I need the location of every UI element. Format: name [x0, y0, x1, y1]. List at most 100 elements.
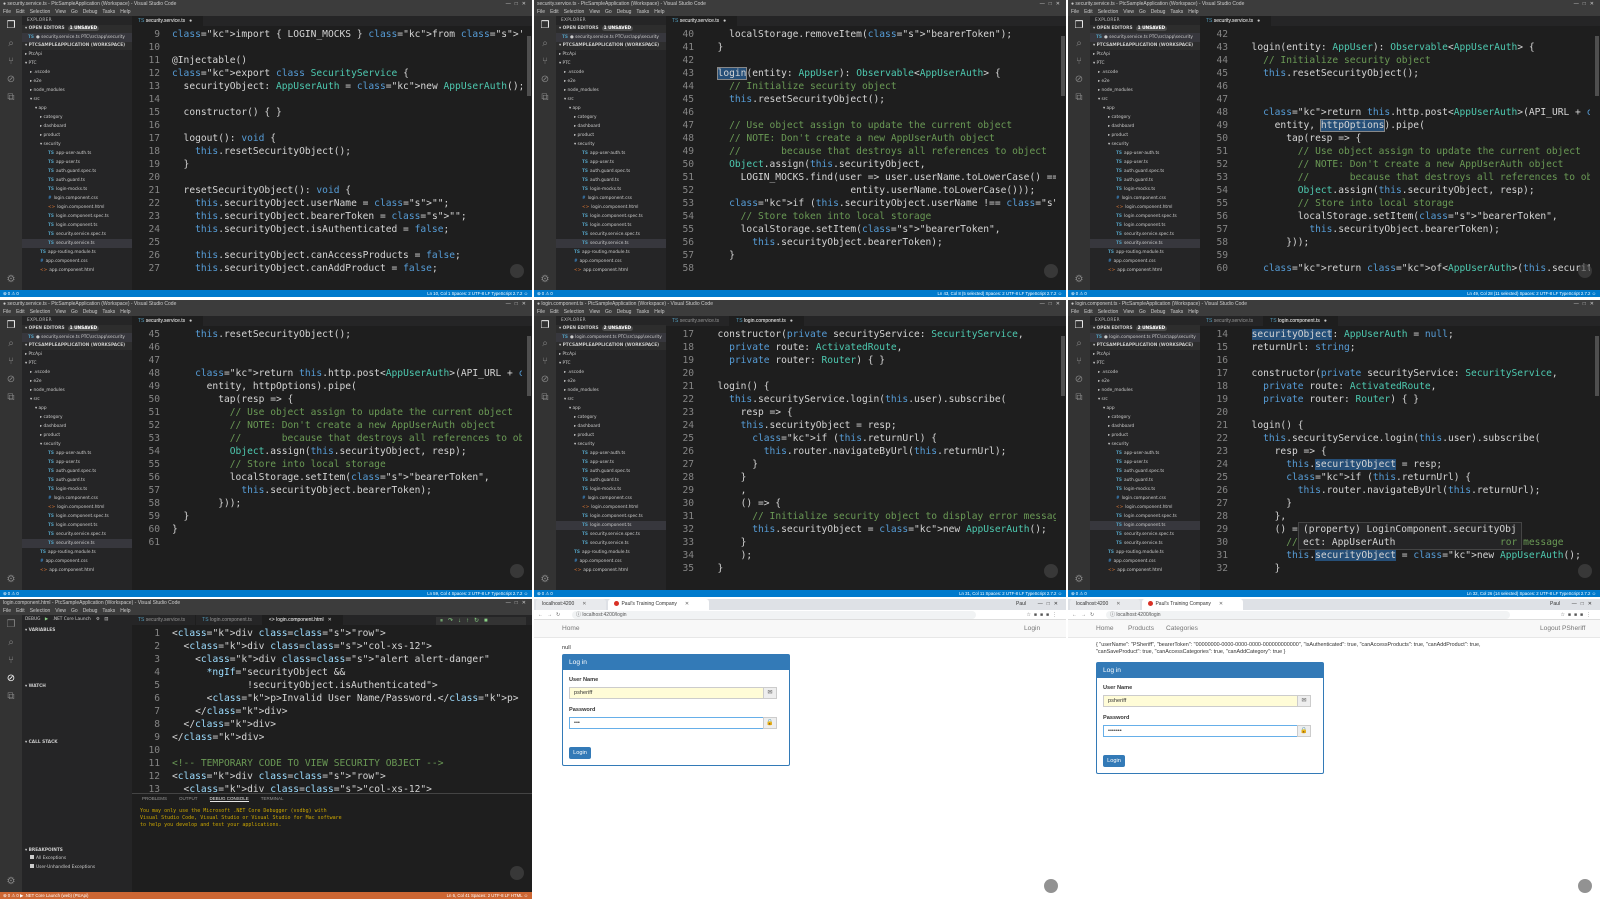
menu-item[interactable]: View: [55, 9, 66, 15]
file-tree-item[interactable]: TS login.component.spec.ts: [1090, 512, 1200, 521]
file-tree-item[interactable]: ▸ PtcApi: [1090, 350, 1200, 359]
status-position[interactable]: Ln 6, Col 41 Spaces: 2 UTF-8 LF HTML ☺: [447, 892, 528, 899]
nav-categories[interactable]: Categories: [1166, 620, 1198, 638]
settings-gear-icon[interactable]: ⚙: [5, 574, 17, 586]
file-tree-item[interactable]: TS security.service.spec.ts: [1090, 530, 1200, 539]
files-icon[interactable]: ❐: [5, 320, 17, 332]
file-tree-item[interactable]: ▸ node_modules: [556, 386, 666, 395]
file-tree-item[interactable]: <> login.component.html: [1090, 203, 1200, 212]
file-tree-item[interactable]: ▾ security: [22, 440, 132, 449]
file-tree-item[interactable]: TS app-user-auth.ts: [556, 449, 666, 458]
menu-item[interactable]: View: [1123, 9, 1134, 15]
file-tree-item[interactable]: ▾ security: [556, 440, 666, 449]
user-name-input[interactable]: psheriff: [1103, 695, 1311, 707]
scrollbar-thumb[interactable]: [1595, 36, 1599, 96]
menu-item[interactable]: Help: [120, 9, 130, 15]
file-tree-item[interactable]: TS app-user.ts: [22, 158, 132, 167]
editor-tab[interactable]: TS login.component.ts: [196, 615, 263, 625]
files-icon[interactable]: ❐: [539, 20, 551, 32]
settings-gear-icon[interactable]: ⚙: [5, 274, 17, 286]
editor-tab[interactable]: TS security.service.ts: [132, 615, 197, 625]
file-tree-item[interactable]: ▸ .vscode: [1090, 368, 1200, 377]
search-icon[interactable]: ⌕: [5, 38, 17, 50]
file-tree-item[interactable]: ▾ PTC: [1090, 59, 1200, 68]
source-control-icon[interactable]: ⑂: [539, 356, 551, 368]
scrollbar[interactable]: [522, 328, 532, 590]
menu-item[interactable]: View: [589, 9, 600, 15]
file-tree-item[interactable]: ▸ e2e: [556, 377, 666, 386]
file-tree-item[interactable]: TS auth.guard.spec.ts: [556, 167, 666, 176]
menu-item[interactable]: Tasks: [1170, 9, 1183, 15]
file-tree-item[interactable]: <> app.component.html: [1090, 566, 1200, 575]
scrollbar[interactable]: [1590, 328, 1600, 590]
editor-tab[interactable]: TS login.component.ts ●: [730, 316, 804, 326]
file-tree-item[interactable]: TS app-user-auth.ts: [22, 149, 132, 158]
checkbox-icon[interactable]: [30, 855, 34, 859]
menu-item[interactable]: Tasks: [102, 608, 115, 614]
call-stack-section[interactable]: ▾ CALL STACK: [22, 739, 132, 747]
file-tree-item[interactable]: TS app-user-auth.ts: [1090, 449, 1200, 458]
menu-item[interactable]: File: [1071, 9, 1079, 15]
menu-item[interactable]: Edit: [1084, 309, 1093, 315]
file-tree-item[interactable]: # app.component.css: [556, 257, 666, 266]
scrollbar[interactable]: [522, 28, 532, 290]
open-editor-item[interactable]: TS ● security.service.ts PTC\src\app\secu…: [1090, 33, 1200, 42]
file-tree-item[interactable]: # app.component.css: [1090, 257, 1200, 266]
menu-item[interactable]: Debug: [617, 309, 632, 315]
menu-item[interactable]: Edit: [16, 9, 25, 15]
file-tree-item[interactable]: ▸ dashboard: [22, 422, 132, 431]
window-controls[interactable]: —□✕: [1040, 300, 1064, 308]
extensions-icon[interactable]: ⧉: [539, 92, 551, 104]
workspace-section[interactable]: ▾ PTCSAMPLEAPPLICATION (WORKSPACE): [22, 342, 132, 350]
menu-item[interactable]: Go: [605, 309, 612, 315]
file-tree-item[interactable]: ▾ PTC: [1090, 359, 1200, 368]
source-control-icon[interactable]: ⑂: [5, 56, 17, 68]
file-tree-item[interactable]: ▸ node_modules: [1090, 86, 1200, 95]
file-tree-item[interactable]: TS app-user.ts: [556, 458, 666, 467]
file-tree-item[interactable]: ▾ app: [22, 104, 132, 113]
file-tree-item[interactable]: ▸ product: [22, 431, 132, 440]
extension-icons[interactable]: ☆■■■⋮: [1026, 610, 1060, 620]
file-tree-item[interactable]: ▾ PTC: [22, 59, 132, 68]
file-tree-item[interactable]: ▾ PTC: [556, 59, 666, 68]
file-tree-item[interactable]: # login.component.css: [22, 494, 132, 503]
open-editors-section[interactable]: ▾ OPEN EDITORS 2 UNSAVED: [556, 325, 666, 333]
file-tree-item[interactable]: TS login.component.ts: [1090, 521, 1200, 530]
file-tree-item[interactable]: ▸ PtcApi: [1090, 50, 1200, 59]
menu-item[interactable]: Help: [1188, 9, 1198, 15]
status-position[interactable]: Ln 49, Col 28 (11 selected) Spaces: 2 UT…: [1467, 290, 1596, 297]
file-tree-item[interactable]: TS login-mocks.ts: [556, 485, 666, 494]
workspace-section[interactable]: ▾ PTCSAMPLEAPPLICATION (WORKSPACE): [556, 342, 666, 350]
file-tree-item[interactable]: TS login.component.ts: [1090, 221, 1200, 230]
file-tree-item[interactable]: ▾ app: [22, 404, 132, 413]
menu-item[interactable]: Tasks: [636, 309, 649, 315]
watch-section[interactable]: ▾ WATCH: [22, 683, 132, 691]
profile-label[interactable]: Paul: [1550, 599, 1560, 610]
checkbox-icon[interactable]: [30, 864, 34, 868]
extensions-icon[interactable]: ⧉: [1073, 92, 1085, 104]
editor-tab[interactable]: TS security.service.ts ●: [1200, 16, 1272, 26]
unsaved-dot-icon[interactable]: ●: [189, 18, 192, 24]
file-tree-item[interactable]: ▸ product: [556, 131, 666, 140]
file-tree-item[interactable]: TS security.service.ts: [1090, 539, 1200, 548]
file-tree-item[interactable]: TS auth.guard.spec.ts: [22, 467, 132, 476]
breakpoint-all-exceptions[interactable]: All Exceptions: [30, 855, 66, 863]
panel-tab[interactable]: PROBLEMS: [142, 796, 167, 801]
menu-item[interactable]: Edit: [1084, 9, 1093, 15]
file-tree-item[interactable]: TS login-mocks.ts: [22, 185, 132, 194]
files-icon[interactable]: ❐: [1073, 20, 1085, 32]
window-controls[interactable]: —□✕: [1574, 300, 1598, 308]
code-view[interactable]: 45 this.resetSecurityObject(); 46 47 48 cla…: [132, 328, 522, 590]
editor-tab[interactable]: TS security.service.ts ●: [666, 16, 738, 26]
menu-item[interactable]: Go: [1139, 9, 1146, 15]
panel-tab[interactable]: DEBUG CONSOLE: [209, 796, 249, 802]
unsaved-dot-icon[interactable]: ●: [790, 318, 793, 324]
file-tree-item[interactable]: TS security.service.ts: [556, 539, 666, 548]
breakpoints-section[interactable]: ▾ BREAKPOINTS: [22, 847, 132, 855]
status-position[interactable]: Ln 10, Col 1 Spaces: 2 UTF-8 LF TypeScri…: [427, 290, 528, 297]
nav-home[interactable]: Home: [1096, 620, 1114, 638]
extensions-icon[interactable]: ⧉: [5, 691, 17, 703]
file-tree-item[interactable]: ▾ security: [1090, 440, 1200, 449]
file-tree-item[interactable]: TS login.component.spec.ts: [556, 512, 666, 521]
file-tree-item[interactable]: TS login-mocks.ts: [22, 485, 132, 494]
